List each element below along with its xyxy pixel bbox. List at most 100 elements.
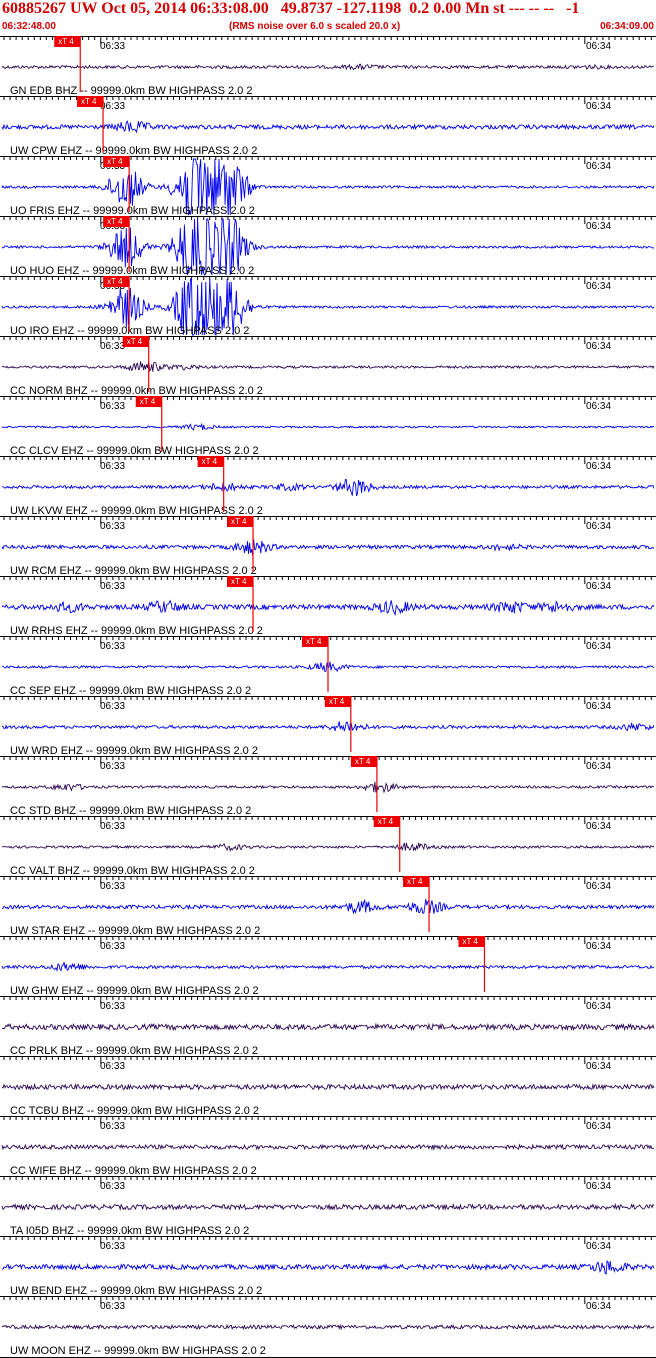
waveform-trace <box>1 120 655 134</box>
trace-panel: 06:33 06:34 UW GHW EHZ -- 99999.0km BW HIG… <box>0 936 656 997</box>
pick-label: xT 4 <box>107 157 123 166</box>
pick-label: xT 4 <box>462 937 478 946</box>
trace-panel: 06:33 06:34 UW RRHS EHZ -- 99999.0km BW HI… <box>0 576 656 637</box>
minute-label: 06:34 <box>586 101 611 112</box>
pick-label: xT 4 <box>306 637 322 646</box>
minute-label: 06:33 <box>100 761 125 772</box>
station-label: TA I05D BHZ -- 99999.0km BW HIGHPASS 2.0… <box>10 1225 249 1237</box>
station-label: CC SEP EHZ -- 99999.0km BW HIGHPASS 2.0 … <box>10 685 251 697</box>
pick-label: xT 4 <box>407 877 423 886</box>
trace-panel: 06:33 06:34 CC SEP EHZ -- 99999.0km BW HIG… <box>0 636 656 697</box>
station-label: UO HUO EHZ -- 99999.0km BW HIGHPASS 2.0 … <box>10 265 254 277</box>
minute-label: 06:33 <box>100 641 125 652</box>
waveform-trace <box>1 781 655 794</box>
waveform-trace <box>1 961 655 973</box>
minute-label: 06:34 <box>586 1121 611 1132</box>
minute-label: 06:33 <box>100 521 125 532</box>
waveform-trace <box>1 721 655 732</box>
station-label: CC NORM BHZ -- 99999.0km BW HIGHPASS 2.0… <box>10 385 263 397</box>
station-label: UW BEND EHZ -- 99999.0km BW HIGHPASS 2.0… <box>10 1285 262 1297</box>
trace-panel: 06:33 06:34 UW LKVW EHZ -- 99999.0km BW HI… <box>0 456 656 517</box>
trace-panel: 06:3306:34UO HUO EHZ -- 99999.0km BW HIG… <box>0 216 656 277</box>
trace-panel: 06:33 06:34 UW MOON EHZ -- 99999.0km BW HI… <box>0 1296 656 1357</box>
station-label: UW RCM EHZ -- 99999.0km BW HIGHPASS 2.0 … <box>10 565 257 577</box>
station-label: CC STD BHZ -- 99999.0km BW HIGHPASS 2.0 … <box>10 805 251 817</box>
station-label: UW STAR EHZ -- 99999.0km BW HIGHPASS 2.0… <box>10 925 260 937</box>
minute-label: 06:34 <box>586 461 611 472</box>
waveform-trace <box>1 63 655 71</box>
minute-label: 06:34 <box>586 1061 611 1072</box>
waveform-trace <box>1 898 655 915</box>
minute-label: 06:33 <box>100 1241 125 1252</box>
pick-label: xT 4 <box>127 337 143 346</box>
station-label: UW WRD EHZ -- 99999.0km BW HIGHPASS 2.0 … <box>10 745 258 757</box>
station-label: CC TCBU BHZ -- 99999.0km BW HIGHPASS 2.0… <box>10 1105 259 1117</box>
waveform-trace <box>1 1202 655 1212</box>
minute-label: 06:33 <box>100 401 125 412</box>
waveform-trace <box>1 479 655 497</box>
minute-label: 06:33 <box>100 821 125 832</box>
minute-label: 06:33 <box>100 1181 125 1192</box>
trace-panel: 06:33 06:34 UW STAR EHZ -- 99999.0km BW HI… <box>0 876 656 937</box>
waveform-trace <box>1 1323 655 1331</box>
station-label: UW RRHS EHZ -- 99999.0km BW HIGHPASS 2.0… <box>10 625 263 637</box>
minute-label: 06:34 <box>586 1241 611 1252</box>
station-label: GN EDB BHZ -- 99999.0km BW HIGHPASS 2.0 … <box>10 85 252 97</box>
minute-label: 06:33 <box>100 581 125 592</box>
trace-panel: 06:33 06:34 CC NORM BHZ -- 99999.0km BW HI… <box>0 336 656 397</box>
minute-label: 06:33 <box>100 701 125 712</box>
trace-panel: 06:33 06:34 UW RCM EHZ -- 99999.0km BW HIG… <box>0 516 656 577</box>
waveform-trace <box>1 1259 655 1275</box>
pick-label: xT 4 <box>81 97 97 106</box>
station-label: UW GHW EHZ -- 99999.0km BW HIGHPASS 2.0 … <box>10 985 259 997</box>
pick-label: xT 4 <box>107 217 123 226</box>
minute-label: 06:33 <box>100 1301 125 1312</box>
minute-label: 06:34 <box>586 1001 611 1012</box>
waveform-trace <box>1 360 655 372</box>
trace-panel: 06:33 06:34 GN EDB BHZ -- 99999.0km BW HIG… <box>0 36 656 97</box>
station-label: UO FRIS EHZ -- 99999.0km BW HIGHPASS 2.0… <box>10 205 255 217</box>
pick-label: xT 4 <box>202 457 218 466</box>
pick-label: xT 4 <box>378 817 394 826</box>
waveform-trace <box>1 842 655 852</box>
pick-label: xT 4 <box>231 577 247 586</box>
minute-label: 06:34 <box>586 1181 611 1192</box>
waveform-trace <box>1 599 655 617</box>
station-label: UW LKVW EHZ -- 99999.0km BW HIGHPASS 2.0… <box>10 505 263 517</box>
minute-label: 06:34 <box>586 821 611 832</box>
pick-label: xT 4 <box>329 697 345 706</box>
minute-label: 06:33 <box>100 881 125 892</box>
pick-label: xT 4 <box>355 757 371 766</box>
minute-label: 06:33 <box>100 1001 125 1012</box>
station-label: UW CPW EHZ -- 99999.0km BW HIGHPASS 2.0 … <box>10 145 257 157</box>
waveform-trace <box>1 1022 655 1032</box>
trace-panel: 06:33 06:34 CC WIFE BHZ -- 99999.0km BW HI… <box>0 1116 656 1177</box>
trace-panel: 06:33 06:34 UW BEND EHZ -- 99999.0km BW HI… <box>0 1236 656 1297</box>
trace-panel: 06:3306:34UO IRO EHZ -- 99999.0km BW HIG… <box>0 276 656 337</box>
minute-label: 06:34 <box>586 641 611 652</box>
waveform-trace <box>1 539 655 556</box>
minute-label: 06:33 <box>100 941 125 952</box>
minute-label: 06:33 <box>100 1061 125 1072</box>
seismogram-plot: 06:33 06:34 GN EDB BHZ -- 99999.0km BW HIG… <box>0 36 656 1358</box>
trace-panel: 06:3306:34UO FRIS EHZ -- 99999.0km BW HI… <box>0 156 656 217</box>
minute-label: 06:34 <box>586 521 611 532</box>
minute-label: 06:33 <box>100 101 125 112</box>
trace-panel: 06:33 06:34 TA I05D BHZ -- 99999.0km BW HI… <box>0 1176 656 1237</box>
pick-label: xT 4 <box>140 397 156 406</box>
minute-label: 06:33 <box>100 461 125 472</box>
pick-label: xT 4 <box>107 277 123 286</box>
minute-label: 06:34 <box>586 161 611 172</box>
minute-label: 06:34 <box>586 281 611 292</box>
pick-label: xT 4 <box>231 517 247 526</box>
minute-label: 06:34 <box>586 341 611 352</box>
minute-label: 06:34 <box>586 761 611 772</box>
pick-label: xT 4 <box>58 37 74 46</box>
minute-label: 06:34 <box>586 41 611 52</box>
minute-label: 06:33 <box>100 41 125 52</box>
station-label: CC WIFE BHZ -- 99999.0km BW HIGHPASS 2.0… <box>10 1165 257 1177</box>
trace-panel: 06:33 06:34 UW CPW EHZ -- 99999.0km BW HIG… <box>0 96 656 157</box>
minute-label: 06:34 <box>586 881 611 892</box>
minute-label: 06:33 <box>100 341 125 352</box>
minute-label: 06:34 <box>586 941 611 952</box>
